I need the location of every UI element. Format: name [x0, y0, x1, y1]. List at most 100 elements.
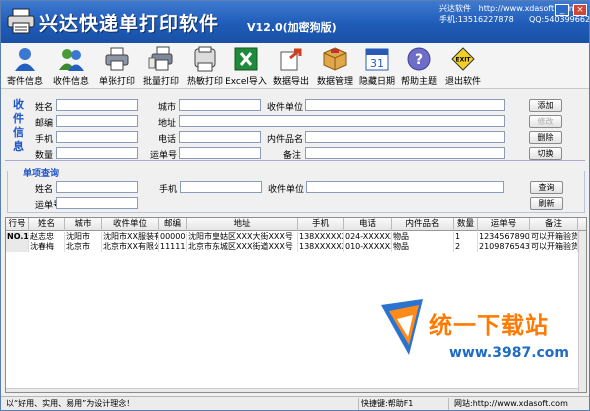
toolbar-label: 批量打印 [142, 77, 179, 87]
toolbar-hide-date[interactable]: 31 隐藏日期 [357, 46, 397, 88]
cell-unit: 北京市XX有限公 [103, 242, 159, 252]
printer-icon [105, 47, 129, 71]
toolbar-label: 退出软件 [444, 77, 481, 87]
box-icon [323, 47, 347, 71]
status-slogan: 以“好用、实用、易用”为设计理念！ [3, 398, 359, 410]
horizontal-scrollbar[interactable] [6, 388, 578, 392]
column-header[interactable]: 邮编 [159, 218, 187, 231]
toolbar-label: 隐藏日期 [358, 77, 395, 87]
toolbar-label: 收件信息 [52, 77, 89, 87]
status-shortcut: 快捷键:帮助F1 [359, 398, 449, 410]
cell-qty: 2 [454, 242, 478, 252]
cell-waybill: 21098765432 [479, 242, 530, 252]
toolbar-label: 帮助主题 [400, 77, 437, 87]
users-icon [59, 49, 84, 71]
add-button[interactable]: 添加 [529, 99, 562, 112]
column-header[interactable]: 手机 [298, 218, 344, 231]
exit-icon: EXIT [451, 47, 475, 71]
receiver-city-input[interactable] [179, 99, 261, 111]
column-header[interactable]: 城市 [65, 218, 102, 231]
column-header[interactable]: 地址 [187, 218, 298, 231]
table-header: 行号 姓名 城市 收件单位 邮编 地址 手机 电话 内件品名 数量 运单号 备注 [6, 218, 586, 231]
app-title: 兴达快递单打印软件 [39, 13, 220, 35]
toolbar-batch-print[interactable]: 批量打印 [141, 46, 181, 88]
label-phone: 手机 [35, 135, 54, 145]
row-number [6, 242, 29, 252]
column-header[interactable]: 收件单位 [102, 218, 159, 231]
label-item: 内件品名 [267, 135, 304, 145]
query-phone-input[interactable] [180, 181, 262, 193]
toolbar-data-export[interactable]: 数据导出 [271, 46, 311, 88]
receiver-phone-input[interactable] [56, 131, 138, 143]
cell-zip: 000000 [160, 232, 187, 242]
title-bar: 兴达快递单打印软件 V12.0(加密狗版) 兴达软件 http://www.xd… [1, 1, 590, 43]
toolbar-exit[interactable]: EXIT 退出软件 [443, 46, 483, 88]
receiver-note-input[interactable] [305, 147, 505, 159]
toolbar-receiver-info[interactable]: 收件信息 [51, 46, 91, 88]
printer-logo-icon [7, 8, 35, 34]
cell-address: 北京市东城区XXX街道XXX号 [187, 242, 298, 252]
minimize-button[interactable]: _ [555, 4, 569, 16]
label-address: 地址 [158, 119, 177, 129]
column-header[interactable]: 姓名 [29, 218, 65, 231]
switch-button[interactable]: 切换 [529, 147, 562, 160]
status-bar: 以“好用、实用、易用”为设计理念！ 快捷键:帮助F1 网站:http://www… [1, 396, 589, 410]
toolbar-label: 单张打印 [98, 77, 135, 87]
column-header[interactable]: 备注 [530, 218, 578, 231]
svg-text:?: ? [415, 52, 423, 68]
toolbar-label: 寄件信息 [6, 77, 43, 87]
column-header[interactable]: 内件品名 [392, 218, 454, 231]
edit-button[interactable]: 修改 [529, 115, 562, 128]
svg-text:EXIT: EXIT [455, 57, 471, 64]
site-watermark-name: 统一下载站 [429, 313, 549, 339]
toolbar-sender-info[interactable]: 寄件信息 [5, 46, 45, 88]
toolbar-label: Excel导入 [225, 77, 267, 87]
toolbar-single-print[interactable]: 单张打印 [97, 46, 137, 88]
cell-note: 可以开箱验货 [531, 232, 578, 242]
query-waybill-input[interactable] [56, 197, 138, 209]
toolbar-help[interactable]: ? 帮助主题 [399, 46, 439, 88]
help-icon: ? [407, 47, 431, 71]
column-header[interactable]: 运单号 [478, 218, 530, 231]
column-header[interactable]: 数量 [454, 218, 478, 231]
cell-tel: 010-XXXXXXXX [345, 242, 392, 252]
cell-note: 可以开箱验货 [531, 242, 578, 252]
toolbar-label: 数据导出 [272, 77, 309, 87]
toolbar-label: 数据管理 [316, 77, 353, 87]
receiver-unit-input[interactable] [305, 99, 505, 111]
cell-waybill: 12345678901 [479, 232, 530, 242]
receiver-name-input[interactable] [56, 99, 138, 111]
receiver-item-input[interactable] [305, 131, 505, 143]
cell-phone: 138XXXXXXXX [298, 232, 344, 242]
toolbar-excel-import[interactable]: Excel导入 [225, 46, 267, 88]
label-zip: 邮编 [35, 119, 54, 129]
table-row[interactable]: 沈春梅 北京市 北京市XX有限公 111111 北京市东城区XXX街道XXX号 … [6, 242, 578, 252]
vertical-scrollbar[interactable] [578, 231, 586, 392]
table-row[interactable]: NO.1 赵志忠 沈阳市 沈阳市XX服装有 000000 沈阳市皇姑区XXX大街… [6, 232, 578, 242]
receiver-qty-input[interactable] [56, 147, 138, 159]
receiver-waybill-input[interactable] [179, 147, 261, 159]
site-watermark-url: www.3987.com [449, 345, 570, 361]
receiver-tel-input[interactable] [179, 131, 261, 143]
excel-icon [234, 47, 258, 71]
delete-button[interactable]: 删除 [529, 131, 562, 144]
column-header[interactable]: 电话 [344, 218, 392, 231]
vendor-line-2: 手机:13516227878 QQ:540399662 [439, 15, 590, 24]
toolbar-thermal-print[interactable]: 热敏打印 [185, 46, 225, 88]
close-button[interactable]: × [573, 4, 587, 16]
label-waybill: 运单号 [150, 151, 178, 161]
receiver-address-input[interactable] [179, 115, 505, 127]
search-button[interactable]: 查询 [530, 181, 563, 194]
query-name-input[interactable] [56, 181, 138, 193]
query-unit-input[interactable] [306, 181, 504, 193]
cell-name: 赵志忠 [29, 232, 65, 242]
refresh-button[interactable]: 刷新 [530, 197, 563, 210]
row-number: NO.1 [6, 232, 29, 242]
toolbar-data-manage[interactable]: 数据管理 [315, 46, 355, 88]
receiver-zip-input[interactable] [56, 115, 138, 127]
column-header[interactable]: 行号 [6, 218, 29, 231]
app-window: 兴达快递单打印软件 V12.0(加密狗版) 兴达软件 http://www.xd… [0, 0, 590, 411]
query-label-unit: 收件单位 [268, 185, 305, 195]
label-tel: 电话 [158, 135, 177, 145]
calendar-day: 31 [370, 57, 384, 70]
